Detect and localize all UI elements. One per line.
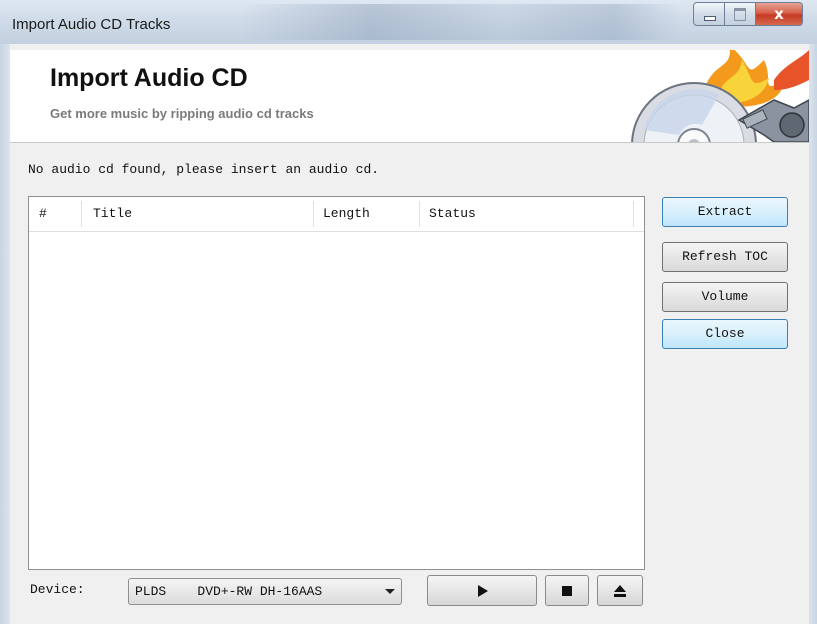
window-frame-right bbox=[809, 44, 817, 624]
column-divider[interactable] bbox=[633, 201, 634, 227]
window-title: Import Audio CD Tracks bbox=[12, 16, 171, 33]
status-message: No audio cd found, please insert an audi… bbox=[28, 162, 380, 177]
window-controls: x bbox=[693, 2, 803, 26]
column-header-number[interactable]: # bbox=[39, 197, 47, 231]
close-window-button[interactable]: x bbox=[756, 2, 803, 26]
refresh-toc-button[interactable]: Refresh TOC bbox=[662, 242, 788, 272]
minimize-icon bbox=[704, 16, 716, 21]
title-bar[interactable]: Import Audio CD Tracks x bbox=[0, 0, 817, 44]
extract-button[interactable]: Extract bbox=[662, 197, 788, 227]
close-button[interactable]: Close bbox=[662, 319, 788, 349]
eject-button[interactable] bbox=[597, 575, 643, 606]
column-header-title[interactable]: Title bbox=[93, 197, 132, 231]
column-divider[interactable] bbox=[419, 201, 420, 227]
maximize-icon bbox=[734, 8, 746, 21]
device-select[interactable]: PLDS DVD+-RW DH-16AAS bbox=[128, 578, 402, 605]
chevron-down-icon bbox=[385, 589, 395, 594]
volume-button[interactable]: Volume bbox=[662, 282, 788, 312]
play-icon bbox=[478, 584, 488, 597]
device-label: Device: bbox=[30, 582, 85, 597]
window-frame-left bbox=[0, 44, 10, 624]
title-bar-background bbox=[240, 4, 680, 40]
play-button[interactable] bbox=[427, 575, 537, 606]
column-header-status[interactable]: Status bbox=[429, 197, 476, 231]
eject-icon bbox=[614, 584, 626, 597]
track-list-header: # Title Length Status bbox=[29, 197, 644, 232]
cd-burn-icon bbox=[631, 50, 809, 142]
column-header-length[interactable]: Length bbox=[323, 197, 370, 231]
device-select-value: PLDS DVD+-RW DH-16AAS bbox=[135, 584, 323, 599]
minimize-button[interactable] bbox=[693, 2, 725, 26]
banner-subtitle: Get more music by ripping audio cd track… bbox=[50, 106, 314, 121]
close-icon: x bbox=[774, 5, 784, 23]
stop-button[interactable] bbox=[545, 575, 589, 606]
maximize-button[interactable] bbox=[725, 2, 756, 26]
banner-title: Import Audio CD bbox=[50, 64, 248, 92]
column-divider[interactable] bbox=[313, 201, 314, 227]
header-banner: Import Audio CD Get more music by rippin… bbox=[10, 50, 809, 143]
column-divider[interactable] bbox=[81, 201, 82, 227]
track-list[interactable]: # Title Length Status bbox=[28, 196, 645, 570]
stop-icon bbox=[562, 585, 572, 596]
